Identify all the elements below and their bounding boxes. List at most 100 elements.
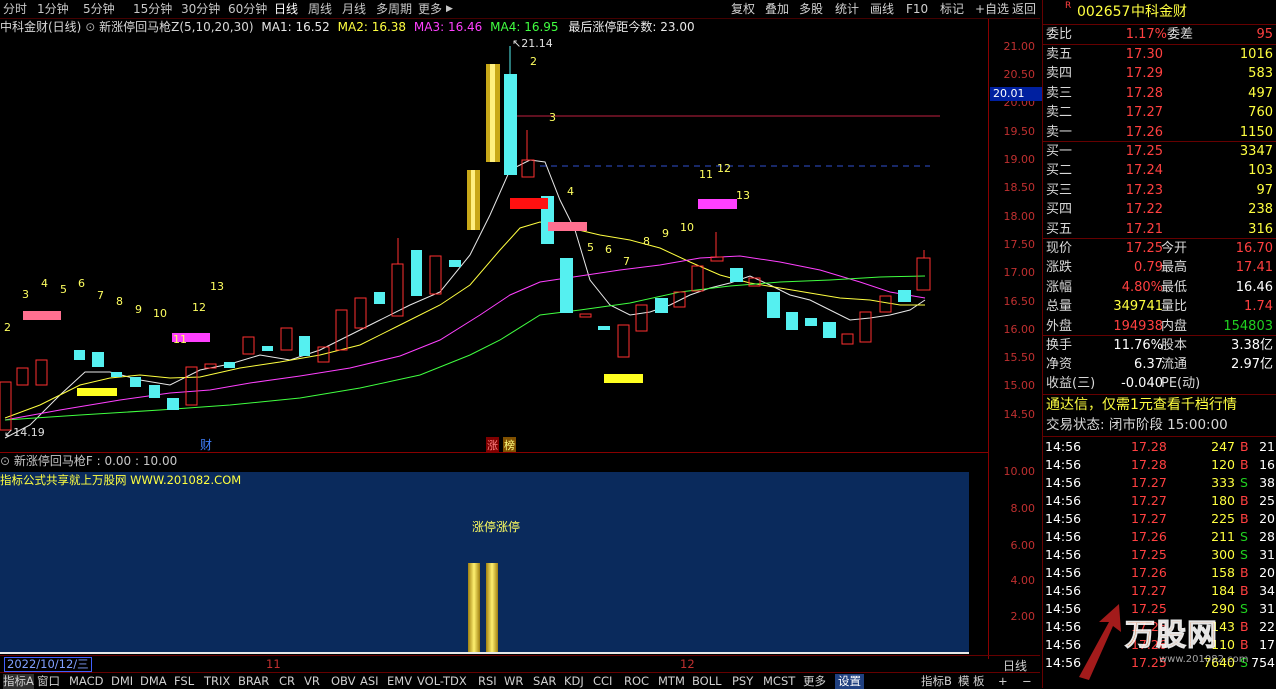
buys-volume: 103 [1248, 163, 1273, 179]
notice-row[interactable]: 通达信，仅需1元查看千档行情 [1043, 396, 1276, 416]
indicator-tab-24[interactable]: 更多 [803, 674, 826, 689]
indicator-tab-4[interactable]: DMA [140, 674, 167, 689]
tick-direction: B [1240, 511, 1249, 526]
price-tick: 16.00 [1003, 323, 1036, 336]
sells-row[interactable]: 卖五 17.30 1016 [1043, 45, 1276, 64]
buys-row[interactable]: 买四 17.22 238 [1043, 200, 1276, 219]
period-tab-15min[interactable]: 15分钟 [133, 1, 172, 17]
buys-row[interactable]: 买二 17.24 103 [1043, 161, 1276, 180]
candle [374, 292, 385, 304]
stat-value: 17.25 [1125, 241, 1163, 256]
indicator-tab-8[interactable]: CR [279, 674, 295, 689]
period-tab-monthly[interactable]: 月线 [342, 1, 366, 17]
sub-indicator-pane[interactable]: 指标公式共享就上万股网 WWW.201082.COM 涨停涨停 [0, 472, 969, 654]
tick-count: 22 [1259, 619, 1275, 634]
tick-price: 17.27 [1131, 511, 1167, 526]
month-tick-12: 12 [680, 657, 695, 671]
period-tab-1min[interactable]: 1分钟 [37, 1, 69, 17]
period-tab-daily[interactable]: 日线 [274, 1, 298, 17]
period-tab-more[interactable]: 更多 [418, 1, 442, 17]
indicator-tab-13[interactable]: VOL-TDX [417, 674, 467, 689]
sells-row[interactable]: 卖一 17.26 1150 [1043, 123, 1276, 142]
sells-row[interactable]: 卖四 17.29 583 [1043, 64, 1276, 83]
indicator-tab-6[interactable]: TRIX [204, 674, 230, 689]
bottom-right-control-1[interactable]: 模 [958, 674, 970, 689]
mark-button[interactable]: 标记 [940, 1, 964, 17]
indicator-tab-12[interactable]: EMV [387, 674, 412, 689]
period-tab-multi[interactable]: 多周期 [376, 1, 412, 17]
indicator-tab-22[interactable]: PSY [732, 674, 753, 689]
tick-count: 21 [1259, 439, 1275, 454]
restore-rights-button[interactable]: 复权 [731, 1, 755, 17]
indicator-tab-11[interactable]: ASI [360, 674, 379, 689]
tick-volume: 180 [1211, 493, 1235, 508]
date-cursor-box: 2022/10/12/三 [4, 657, 92, 672]
indicator-tab-23[interactable]: MCST [763, 674, 795, 689]
indicator-tab-10[interactable]: OBV [331, 674, 355, 689]
finance-row: 换手 11.76% 股本 3.38亿 [1043, 336, 1276, 355]
draw-line-button[interactable]: 画线 [870, 1, 894, 17]
indicator-tab-19[interactable]: ROC [624, 674, 649, 689]
sells-row[interactable]: 卖三 17.28 497 [1043, 84, 1276, 103]
stat-label: 最低 [1161, 279, 1188, 295]
chevron-down-icon[interactable]: ▶ [446, 1, 453, 17]
weibi-label: 委比 [1046, 27, 1073, 42]
period-tab-60min[interactable]: 60分钟 [228, 1, 267, 17]
signal-block-pink [548, 222, 587, 231]
tick-volume: 110 [1211, 637, 1235, 652]
stock-header: R 002657 中科金财 [1043, 1, 1276, 23]
notice-text[interactable]: 通达信，仅需1元查看千档行情 [1046, 396, 1237, 415]
buys-row[interactable]: 买一 17.25 3347 [1043, 142, 1276, 161]
trade-status: 交易状态: 闭市阶段 15:00:00 [1046, 417, 1228, 433]
tick-volume: 7640 [1203, 655, 1235, 670]
indicator-tab-3[interactable]: DMI [111, 674, 133, 689]
candle [504, 74, 517, 175]
stat-label: 涨跌 [1046, 260, 1073, 276]
indicator-tab-2[interactable]: MACD [69, 674, 103, 689]
bottom-right-control-3[interactable]: + [998, 674, 1008, 689]
candle [916, 257, 931, 291]
indicator-tab-21[interactable]: BOLL [692, 674, 722, 689]
settings-circle-icon[interactable]: ⊙ [0, 454, 10, 468]
period-tab-weekly[interactable]: 周线 [308, 1, 332, 17]
bottom-right-control-2[interactable]: 板 [973, 674, 985, 689]
sells-row[interactable]: 卖二 17.27 760 [1043, 103, 1276, 122]
indicator-tab-14[interactable]: RSI [478, 674, 497, 689]
indicator-tab-25[interactable]: 设置 [835, 674, 864, 689]
indicator-tab-17[interactable]: KDJ [564, 674, 584, 689]
indicator-tab-9[interactable]: VR [304, 674, 320, 689]
buys-row[interactable]: 买三 17.23 97 [1043, 181, 1276, 200]
sub-indicator-header: ⊙ 新涨停回马枪F : 0.00 : 10.00 [0, 453, 177, 469]
back-button[interactable]: 返回 [1012, 1, 1036, 17]
candle [130, 377, 141, 387]
indicator-tab-16[interactable]: SAR [533, 674, 556, 689]
buys-volume: 316 [1248, 221, 1273, 237]
period-toolbar: 分时 1分钟 5分钟 15分钟 30分钟 60分钟 日线 周线 月线 多周期 更… [0, 0, 1040, 19]
sub-indicator-title[interactable]: 新涨停回马枪F : 0.00 : 10.00 [14, 454, 177, 468]
sub-axis-tick: 2.00 [1010, 610, 1036, 623]
indicator-tab-18[interactable]: CCI [593, 674, 612, 689]
indicator-tab-1[interactable]: 窗口 [37, 674, 60, 689]
period-tab-5min[interactable]: 5分钟 [83, 1, 115, 17]
stat-label: 外盘 [1046, 318, 1073, 334]
indicator-tab-5[interactable]: FSL [174, 674, 194, 689]
indicator-tab-20[interactable]: MTM [658, 674, 685, 689]
period-tab-30min[interactable]: 30分钟 [181, 1, 220, 17]
f10-button[interactable]: F10 [906, 1, 928, 17]
indicator-tab-7[interactable]: BRAR [238, 674, 269, 689]
overlay-button[interactable]: 叠加 [765, 1, 789, 17]
period-tab-fenshi[interactable]: 分时 [3, 1, 27, 17]
buys-row[interactable]: 买五 17.21 316 [1043, 220, 1276, 239]
candle [391, 263, 404, 317]
statistics-button[interactable]: 统计 [835, 1, 859, 17]
add-favorite-button[interactable]: +自选 [975, 1, 1009, 17]
stock-code: 002657 [1077, 4, 1131, 20]
multi-stock-button[interactable]: 多股 [799, 1, 823, 17]
stat-value: 154803 [1223, 318, 1273, 334]
price-tick: 14.50 [1003, 408, 1036, 421]
indicator-tab-15[interactable]: WR [504, 674, 523, 689]
bottom-right-control-4[interactable]: − [1022, 674, 1032, 689]
bottom-right-control-0[interactable]: 指标B [921, 674, 952, 689]
kline-chart[interactable]: 2 3 4 5 6 7 8 9 10 11 12 13 2 3 4 5 6 7 … [0, 19, 988, 453]
indicator-tab-0[interactable]: 指标A [3, 674, 34, 689]
